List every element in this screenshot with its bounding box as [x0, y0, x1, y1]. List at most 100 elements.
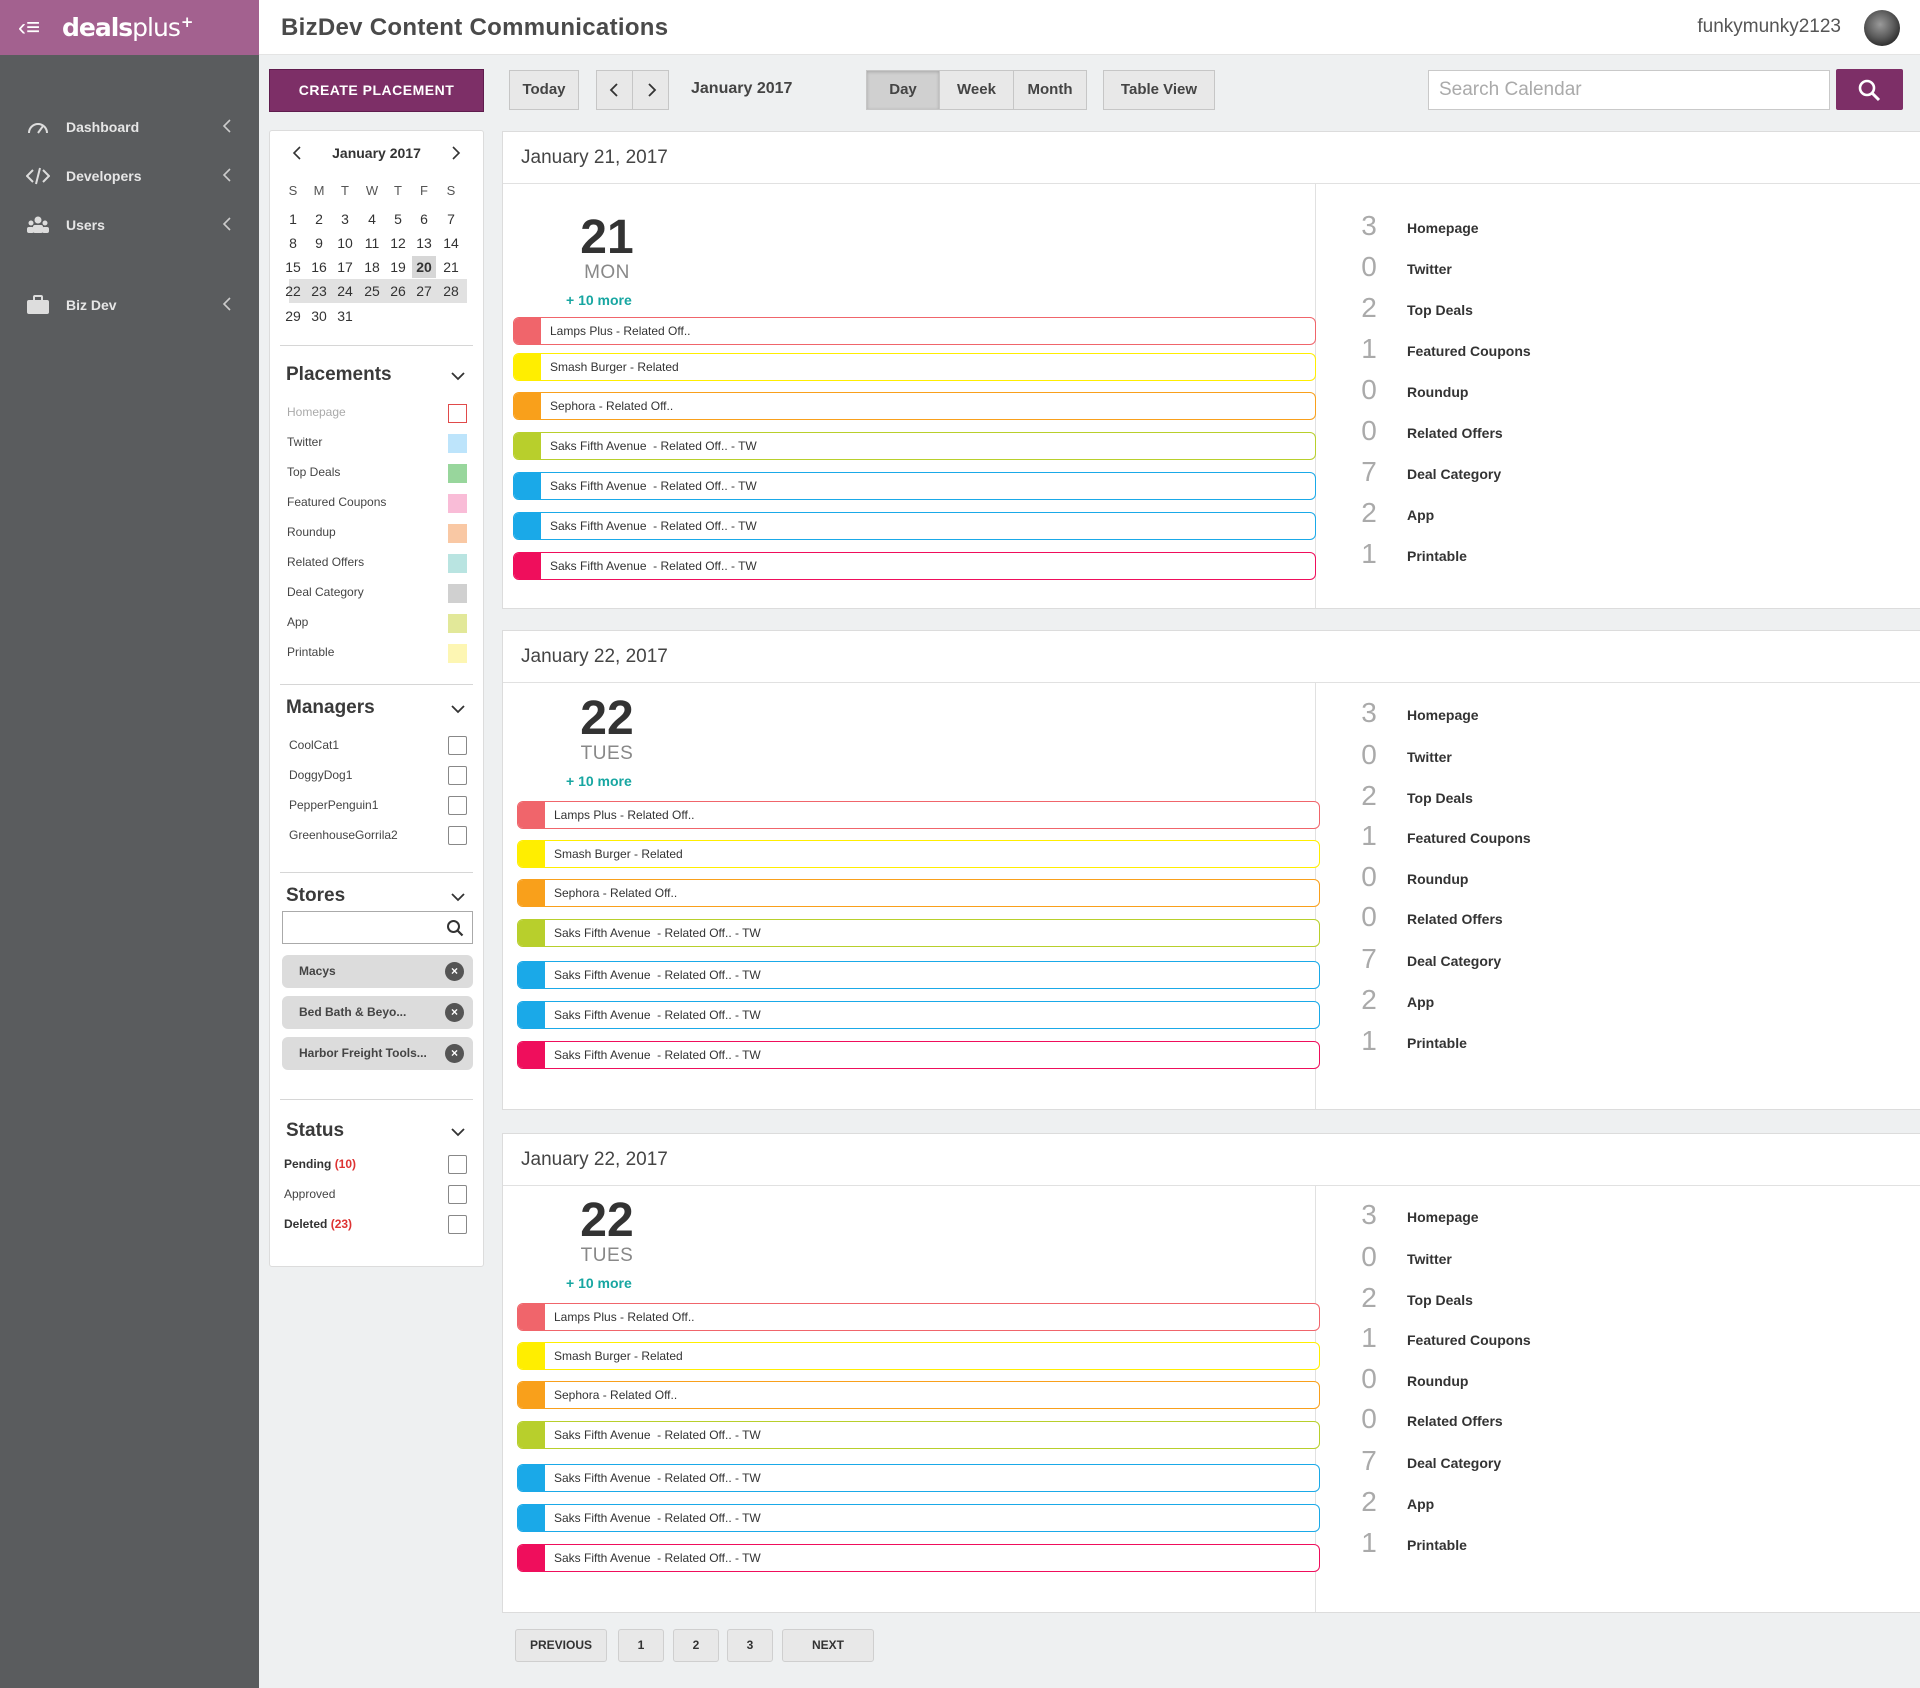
event-bar[interactable]: Lamps Plus - Related Off..	[513, 317, 1316, 345]
brand-logo[interactable]: dealsplus+	[62, 13, 193, 42]
chevron-down-icon[interactable]	[450, 889, 466, 905]
nav-item-biz-dev[interactable]: Biz Dev	[0, 285, 259, 325]
manager-checkbox[interactable]	[448, 796, 467, 815]
manager-checkbox[interactable]	[448, 826, 467, 845]
mini-calendar-day[interactable]: 30	[307, 305, 331, 327]
placement-filter-item[interactable]: App	[287, 611, 467, 633]
chevron-down-icon[interactable]	[450, 1124, 466, 1140]
mini-calendar-day[interactable]: 16	[307, 256, 331, 278]
chevron-right-icon[interactable]	[448, 146, 462, 160]
nav-item-dashboard[interactable]: Dashboard	[0, 107, 259, 147]
mini-calendar-day[interactable]: 31	[333, 305, 357, 327]
event-bar[interactable]: Saks Fifth Avenue - Related Off.. - TW	[517, 1421, 1320, 1449]
mini-calendar-day[interactable]: 21	[439, 256, 463, 278]
placement-color-swatch[interactable]	[448, 494, 467, 513]
mini-calendar-day[interactable]: 3	[333, 208, 357, 230]
mini-calendar-day[interactable]: 23	[307, 280, 331, 302]
placement-color-swatch[interactable]	[448, 464, 467, 483]
mini-calendar-day[interactable]: 10	[333, 232, 357, 254]
mini-calendar-day[interactable]: 7	[439, 208, 463, 230]
event-bar[interactable]: Saks Fifth Avenue - Related Off.. - TW	[513, 472, 1316, 500]
search-icon[interactable]	[446, 919, 464, 937]
mini-calendar-day[interactable]: 18	[360, 256, 384, 278]
manager-checkbox[interactable]	[448, 736, 467, 755]
mini-calendar-day[interactable]: 14	[439, 232, 463, 254]
event-bar[interactable]: Sephora - Related Off..	[517, 879, 1320, 907]
event-bar[interactable]: Saks Fifth Avenue - Related Off.. - TW	[517, 1041, 1320, 1069]
status-checkbox[interactable]	[448, 1155, 467, 1174]
event-bar[interactable]: Saks Fifth Avenue - Related Off.. - TW	[513, 432, 1316, 460]
placement-filter-item[interactable]: Printable	[287, 641, 467, 663]
pagination-page-2[interactable]: 2	[673, 1629, 719, 1662]
mini-calendar-day[interactable]: 2	[307, 208, 331, 230]
more-events-link[interactable]: + 10 more	[566, 1275, 632, 1291]
mini-calendar-day[interactable]: 4	[360, 208, 384, 230]
event-bar[interactable]: Sephora - Related Off..	[517, 1381, 1320, 1409]
mini-calendar-day[interactable]: 17	[333, 256, 357, 278]
remove-chip-icon[interactable]: ×	[445, 1044, 464, 1063]
event-bar[interactable]: Lamps Plus - Related Off..	[517, 1303, 1320, 1331]
mini-calendar-day[interactable]: 9	[307, 232, 331, 254]
status-checkbox[interactable]	[448, 1215, 467, 1234]
mini-calendar-day[interactable]: 29	[281, 305, 305, 327]
store-search-input[interactable]	[282, 911, 473, 944]
event-bar[interactable]: Saks Fifth Avenue - Related Off.. - TW	[513, 552, 1316, 580]
view-day-button[interactable]: Day	[866, 70, 940, 110]
placement-color-swatch[interactable]	[448, 554, 467, 573]
mini-calendar-day-selected[interactable]: 20	[412, 256, 436, 278]
placement-filter-item[interactable]: Deal Category	[287, 581, 467, 603]
placement-filter-item[interactable]: Twitter	[287, 431, 467, 453]
mini-calendar-day[interactable]: 5	[386, 208, 410, 230]
mini-calendar-day[interactable]: 13	[412, 232, 436, 254]
pagination-page-3[interactable]: 3	[727, 1629, 773, 1662]
placement-filter-item[interactable]: Roundup	[287, 521, 467, 543]
table-view-button[interactable]: Table View	[1103, 70, 1215, 110]
menu-toggle-icon[interactable]: ‹≡	[18, 15, 48, 40]
pagination-next-button[interactable]: NEXT	[782, 1629, 874, 1662]
event-bar[interactable]: Saks Fifth Avenue - Related Off.. - TW	[517, 961, 1320, 989]
search-calendar-input[interactable]: Search Calendar	[1428, 70, 1830, 110]
placement-color-swatch[interactable]	[448, 614, 467, 633]
event-bar[interactable]: Smash Burger - Related	[517, 1342, 1320, 1370]
placement-color-swatch[interactable]	[448, 434, 467, 453]
pagination-previous-button[interactable]: PREVIOUS	[515, 1629, 607, 1662]
event-bar[interactable]: Lamps Plus - Related Off..	[517, 801, 1320, 829]
mini-calendar-day[interactable]: 22	[281, 280, 305, 302]
prev-period-button[interactable]	[596, 70, 633, 110]
nav-item-users[interactable]: Users	[0, 205, 259, 245]
nav-item-developers[interactable]: Developers	[0, 156, 259, 196]
avatar[interactable]	[1864, 10, 1900, 46]
mini-calendar-day[interactable]: 26	[386, 280, 410, 302]
placement-filter-item[interactable]: Featured Coupons	[287, 491, 467, 513]
event-bar[interactable]: Smash Burger - Related	[513, 353, 1316, 381]
mini-calendar-day[interactable]: 27	[412, 280, 436, 302]
mini-calendar-day[interactable]: 8	[281, 232, 305, 254]
pagination-page-1[interactable]: 1	[618, 1629, 664, 1662]
event-bar[interactable]: Smash Burger - Related	[517, 840, 1320, 868]
next-period-button[interactable]	[632, 70, 669, 110]
event-bar[interactable]: Saks Fifth Avenue - Related Off.. - TW	[517, 919, 1320, 947]
mini-calendar-day[interactable]: 1	[281, 208, 305, 230]
placement-filter-item[interactable]: Related Offers	[287, 551, 467, 573]
today-button[interactable]: Today	[509, 70, 579, 110]
mini-calendar-day[interactable]: 6	[412, 208, 436, 230]
username[interactable]: funkymunky2123	[1697, 16, 1841, 38]
event-bar[interactable]: Saks Fifth Avenue - Related Off.. - TW	[517, 1504, 1320, 1532]
event-bar[interactable]: Saks Fifth Avenue - Related Off.. - TW	[517, 1464, 1320, 1492]
mini-calendar-day[interactable]: 25	[360, 280, 384, 302]
event-bar[interactable]: Saks Fifth Avenue - Related Off.. - TW	[513, 512, 1316, 540]
mini-calendar-day[interactable]: 28	[439, 280, 463, 302]
mini-calendar-day[interactable]: 15	[281, 256, 305, 278]
mini-calendar-day[interactable]: 12	[386, 232, 410, 254]
remove-chip-icon[interactable]: ×	[445, 962, 464, 981]
view-week-button[interactable]: Week	[939, 70, 1014, 110]
event-bar[interactable]: Saks Fifth Avenue - Related Off.. - TW	[517, 1544, 1320, 1572]
remove-chip-icon[interactable]: ×	[445, 1003, 464, 1022]
more-events-link[interactable]: + 10 more	[566, 292, 632, 308]
placement-color-swatch[interactable]	[448, 644, 467, 663]
chevron-down-icon[interactable]	[450, 701, 466, 717]
view-month-button[interactable]: Month	[1013, 70, 1087, 110]
mini-calendar-day[interactable]: 24	[333, 280, 357, 302]
chevron-down-icon[interactable]	[450, 368, 466, 384]
placement-color-swatch[interactable]	[448, 584, 467, 603]
